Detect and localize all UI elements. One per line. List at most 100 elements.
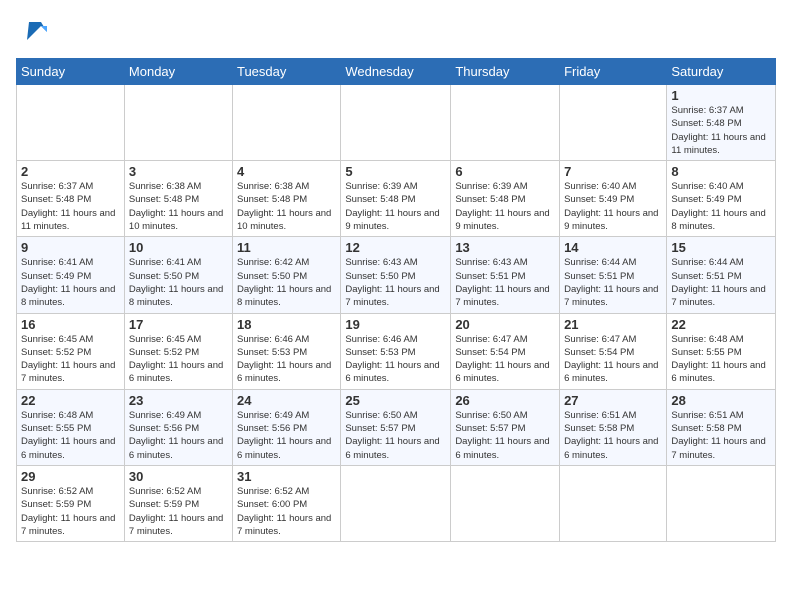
calendar-cell: 27Sunrise: 6:51 AMSunset: 5:58 PMDayligh… [560,389,667,465]
day-number: 9 [21,240,120,255]
day-info: Sunrise: 6:51 AMSunset: 5:58 PMDaylight:… [564,409,662,462]
day-info: Sunrise: 6:43 AMSunset: 5:50 PMDaylight:… [345,256,446,309]
calendar-cell [560,465,667,541]
day-info: Sunrise: 6:46 AMSunset: 5:53 PMDaylight:… [345,333,446,386]
calendar-cell: 8Sunrise: 6:40 AMSunset: 5:49 PMDaylight… [667,161,776,237]
day-number: 8 [671,164,771,179]
day-info: Sunrise: 6:49 AMSunset: 5:56 PMDaylight:… [129,409,228,462]
logo-icon [19,16,49,46]
calendar-cell: 9Sunrise: 6:41 AMSunset: 5:49 PMDaylight… [17,237,125,313]
day-number: 1 [671,88,771,103]
calendar-week-3: 9Sunrise: 6:41 AMSunset: 5:49 PMDaylight… [17,237,776,313]
day-info: Sunrise: 6:50 AMSunset: 5:57 PMDaylight:… [345,409,446,462]
day-info: Sunrise: 6:37 AMSunset: 5:48 PMDaylight:… [21,180,120,233]
day-info: Sunrise: 6:38 AMSunset: 5:48 PMDaylight:… [129,180,228,233]
day-info: Sunrise: 6:41 AMSunset: 5:50 PMDaylight:… [129,256,228,309]
header-monday: Monday [124,59,232,85]
day-number: 31 [237,469,336,484]
calendar-cell [17,85,125,161]
calendar-cell [667,465,776,541]
day-info: Sunrise: 6:49 AMSunset: 5:56 PMDaylight:… [237,409,336,462]
header-friday: Friday [560,59,667,85]
day-number: 14 [564,240,662,255]
calendar-cell: 23Sunrise: 6:49 AMSunset: 5:56 PMDayligh… [124,389,232,465]
calendar-cell: 18Sunrise: 6:46 AMSunset: 5:53 PMDayligh… [232,313,340,389]
day-number: 15 [671,240,771,255]
day-number: 22 [671,317,771,332]
header-saturday: Saturday [667,59,776,85]
calendar-table: SundayMondayTuesdayWednesdayThursdayFrid… [16,58,776,542]
day-info: Sunrise: 6:38 AMSunset: 5:48 PMDaylight:… [237,180,336,233]
calendar-cell: 1Sunrise: 6:37 AMSunset: 5:48 PMDaylight… [667,85,776,161]
day-info: Sunrise: 6:52 AMSunset: 5:59 PMDaylight:… [129,485,228,538]
day-number: 6 [455,164,555,179]
calendar-cell: 4Sunrise: 6:38 AMSunset: 5:48 PMDaylight… [232,161,340,237]
calendar-cell: 10Sunrise: 6:41 AMSunset: 5:50 PMDayligh… [124,237,232,313]
calendar-cell: 19Sunrise: 6:46 AMSunset: 5:53 PMDayligh… [341,313,451,389]
calendar-cell: 5Sunrise: 6:39 AMSunset: 5:48 PMDaylight… [341,161,451,237]
day-info: Sunrise: 6:41 AMSunset: 5:49 PMDaylight:… [21,256,120,309]
calendar-cell: 14Sunrise: 6:44 AMSunset: 5:51 PMDayligh… [560,237,667,313]
calendar-cell: 30Sunrise: 6:52 AMSunset: 5:59 PMDayligh… [124,465,232,541]
logo [16,16,49,46]
day-number: 18 [237,317,336,332]
calendar-cell: 26Sunrise: 6:50 AMSunset: 5:57 PMDayligh… [451,389,560,465]
day-info: Sunrise: 6:40 AMSunset: 5:49 PMDaylight:… [671,180,771,233]
day-info: Sunrise: 6:44 AMSunset: 5:51 PMDaylight:… [671,256,771,309]
day-info: Sunrise: 6:37 AMSunset: 5:48 PMDaylight:… [671,104,771,157]
calendar-cell: 31Sunrise: 6:52 AMSunset: 6:00 PMDayligh… [232,465,340,541]
day-number: 5 [345,164,446,179]
day-info: Sunrise: 6:48 AMSunset: 5:55 PMDaylight:… [21,409,120,462]
calendar-cell: 24Sunrise: 6:49 AMSunset: 5:56 PMDayligh… [232,389,340,465]
day-number: 16 [21,317,120,332]
day-info: Sunrise: 6:43 AMSunset: 5:51 PMDaylight:… [455,256,555,309]
calendar-cell: 25Sunrise: 6:50 AMSunset: 5:57 PMDayligh… [341,389,451,465]
day-info: Sunrise: 6:52 AMSunset: 5:59 PMDaylight:… [21,485,120,538]
day-info: Sunrise: 6:52 AMSunset: 6:00 PMDaylight:… [237,485,336,538]
header-wednesday: Wednesday [341,59,451,85]
day-number: 23 [129,393,228,408]
calendar-week-5: 22Sunrise: 6:48 AMSunset: 5:55 PMDayligh… [17,389,776,465]
calendar-week-6: 29Sunrise: 6:52 AMSunset: 5:59 PMDayligh… [17,465,776,541]
day-number: 7 [564,164,662,179]
day-info: Sunrise: 6:47 AMSunset: 5:54 PMDaylight:… [564,333,662,386]
day-number: 20 [455,317,555,332]
calendar-cell: 6Sunrise: 6:39 AMSunset: 5:48 PMDaylight… [451,161,560,237]
day-info: Sunrise: 6:47 AMSunset: 5:54 PMDaylight:… [455,333,555,386]
calendar-cell: 21Sunrise: 6:47 AMSunset: 5:54 PMDayligh… [560,313,667,389]
day-info: Sunrise: 6:42 AMSunset: 5:50 PMDaylight:… [237,256,336,309]
day-number: 25 [345,393,446,408]
header-tuesday: Tuesday [232,59,340,85]
day-info: Sunrise: 6:50 AMSunset: 5:57 PMDaylight:… [455,409,555,462]
day-number: 21 [564,317,662,332]
calendar-cell: 20Sunrise: 6:47 AMSunset: 5:54 PMDayligh… [451,313,560,389]
calendar-cell [341,85,451,161]
day-info: Sunrise: 6:39 AMSunset: 5:48 PMDaylight:… [345,180,446,233]
calendar-cell [341,465,451,541]
day-number: 29 [21,469,120,484]
calendar-cell [124,85,232,161]
calendar-week-1: 1Sunrise: 6:37 AMSunset: 5:48 PMDaylight… [17,85,776,161]
day-info: Sunrise: 6:45 AMSunset: 5:52 PMDaylight:… [21,333,120,386]
day-number: 13 [455,240,555,255]
day-info: Sunrise: 6:46 AMSunset: 5:53 PMDaylight:… [237,333,336,386]
calendar-cell: 17Sunrise: 6:45 AMSunset: 5:52 PMDayligh… [124,313,232,389]
calendar-cell: 28Sunrise: 6:51 AMSunset: 5:58 PMDayligh… [667,389,776,465]
day-info: Sunrise: 6:51 AMSunset: 5:58 PMDaylight:… [671,409,771,462]
day-number: 22 [21,393,120,408]
calendar-cell: 12Sunrise: 6:43 AMSunset: 5:50 PMDayligh… [341,237,451,313]
calendar-cell: 29Sunrise: 6:52 AMSunset: 5:59 PMDayligh… [17,465,125,541]
calendar-cell: 3Sunrise: 6:38 AMSunset: 5:48 PMDaylight… [124,161,232,237]
day-number: 4 [237,164,336,179]
day-number: 3 [129,164,228,179]
day-number: 10 [129,240,228,255]
day-number: 19 [345,317,446,332]
day-info: Sunrise: 6:44 AMSunset: 5:51 PMDaylight:… [564,256,662,309]
calendar-week-4: 16Sunrise: 6:45 AMSunset: 5:52 PMDayligh… [17,313,776,389]
calendar-cell: 15Sunrise: 6:44 AMSunset: 5:51 PMDayligh… [667,237,776,313]
day-info: Sunrise: 6:45 AMSunset: 5:52 PMDaylight:… [129,333,228,386]
day-number: 24 [237,393,336,408]
calendar-cell: 22Sunrise: 6:48 AMSunset: 5:55 PMDayligh… [667,313,776,389]
calendar-cell: 22Sunrise: 6:48 AMSunset: 5:55 PMDayligh… [17,389,125,465]
day-number: 27 [564,393,662,408]
